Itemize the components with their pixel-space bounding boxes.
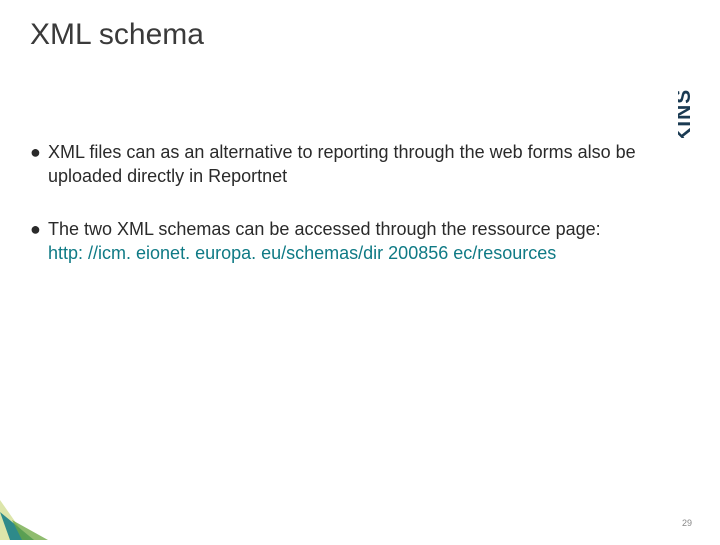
list-item: ● XML files can as an alternative to rep… — [30, 140, 660, 189]
list-item: ● The two XML schemas can be accessed th… — [30, 217, 660, 266]
resource-link[interactable]: http: //icm. eionet. europa. eu/schemas/… — [48, 243, 556, 263]
bullet-icon: ● — [30, 140, 48, 164]
content-area: ● XML files can as an alternative to rep… — [30, 140, 660, 293]
page-title: XML schema — [30, 18, 204, 52]
bullet-icon: ● — [30, 217, 48, 241]
page-number: 29 — [682, 518, 692, 528]
corner-decoration — [0, 500, 60, 540]
brand-logo: ATKINS — [678, 18, 702, 138]
bullet-text: XML files can as an alternative to repor… — [48, 140, 660, 189]
bullet-text-line: The two XML schemas can be accessed thro… — [48, 219, 601, 239]
brand-text: ATKINS — [678, 89, 695, 138]
bullet-text: The two XML schemas can be accessed thro… — [48, 217, 660, 266]
